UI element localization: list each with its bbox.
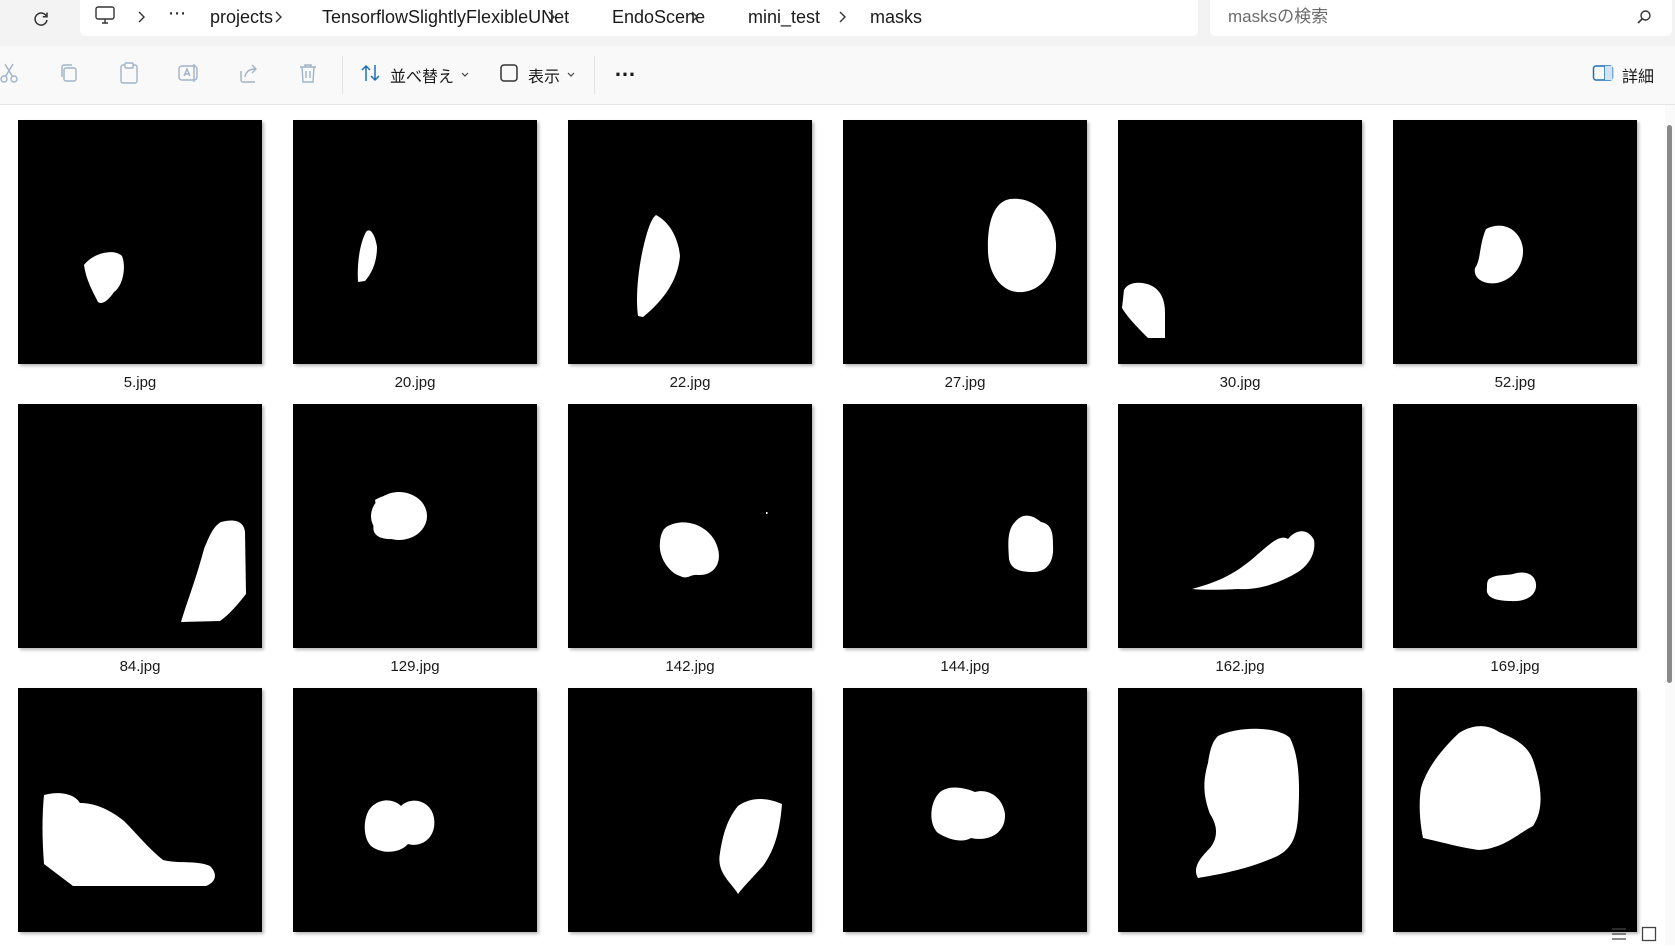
file-name: 22.jpg [669,374,711,391]
file-name: 169.jpg [1490,658,1540,675]
mask-thumbnail [568,120,812,364]
details-pane-icon [1592,64,1614,87]
file-name: 27.jpg [944,374,986,391]
file-item[interactable]: 5.jpg [18,120,262,391]
vertical-scrollbar[interactable] [1665,105,1675,945]
file-item[interactable] [1393,688,1637,942]
view-button[interactable]: 表示 [498,60,576,90]
delete-button[interactable] [298,60,318,90]
file-item[interactable]: 27.jpg [843,120,1087,391]
file-item[interactable] [843,688,1087,942]
file-item[interactable]: 129.jpg [293,404,537,675]
cut-button[interactable] [0,60,20,90]
file-item[interactable]: 20.jpg [293,120,537,391]
more-options-button[interactable]: … [614,54,636,84]
command-bar: 並べ替え 表示 … 詳細 [0,46,1675,105]
search-icon[interactable] [1636,9,1654,27]
share-button[interactable] [238,60,260,90]
file-item[interactable] [293,688,537,942]
file-item[interactable] [568,688,812,942]
file-name: 5.jpg [123,374,157,391]
mask-thumbnail [18,120,262,364]
mask-thumbnail [1393,120,1637,364]
details-label: 詳細 [1622,69,1655,86]
file-name: 84.jpg [119,658,161,675]
file-item[interactable] [1118,688,1362,942]
share-icon [238,62,260,89]
file-item[interactable]: 144.jpg [843,404,1087,675]
mask-thumbnail [293,404,537,648]
chevron-down-icon [460,66,470,84]
file-item[interactable]: 162.jpg [1118,404,1362,675]
paste-icon [118,61,140,90]
mask-thumbnail [1118,688,1362,932]
mask-thumbnail [1118,120,1362,364]
file-name: 144.jpg [940,658,990,675]
address-bar-row: ⋯ projects TensorflowSlightlyFlexibleUNe… [0,0,1675,46]
cut-icon [0,62,20,89]
file-item[interactable]: 142.jpg [568,404,812,675]
file-name: 162.jpg [1215,658,1265,675]
view-icon [498,63,520,88]
mask-thumbnail [568,404,812,648]
hidden-path-button[interactable]: ⋯ [168,0,187,30]
paste-button[interactable] [118,60,140,90]
toolbar-divider [342,56,343,94]
file-name: 30.jpg [1219,374,1261,391]
file-item[interactable]: 169.jpg [1393,404,1637,675]
chevron-right-icon[interactable] [543,8,559,26]
mask-thumbnail [1393,688,1637,932]
file-name: 142.jpg [665,658,715,675]
mask-thumbnail [568,688,812,932]
mask-thumbnail [18,404,262,648]
mask-thumbnail [1393,404,1637,648]
mask-thumbnail [843,688,1087,932]
file-item[interactable] [18,688,262,942]
mask-thumbnail [293,120,537,364]
details-pane-button[interactable]: 詳細 [1592,60,1654,90]
search-box[interactable]: masksの検索 [1210,0,1672,36]
details-view-icon[interactable] [1611,927,1627,946]
copy-button[interactable] [58,60,80,90]
mask-thumbnail [843,120,1087,364]
mask-thumbnail [1118,404,1362,648]
chevron-right-icon[interactable] [133,8,149,26]
thumbnail-view-icon[interactable] [1641,926,1657,947]
refresh-icon[interactable] [26,4,56,34]
scrollbar-thumb[interactable] [1667,125,1672,683]
mask-thumbnail [843,404,1087,648]
sort-button[interactable]: 並べ替え [360,60,470,90]
view-switcher [1605,923,1665,945]
this-pc-icon[interactable] [94,4,120,30]
address-field[interactable]: ⋯ projects TensorflowSlightlyFlexibleUNe… [80,0,1198,36]
sort-label: 並べ替え [390,69,455,86]
chevron-right-icon[interactable] [686,8,702,26]
sort-icon [360,63,382,88]
file-name: 20.jpg [394,374,436,391]
file-name: 52.jpg [1494,374,1536,391]
file-item[interactable]: 84.jpg [18,404,262,675]
toolbar-divider [594,56,595,94]
search-input[interactable]: masksの検索 [1228,0,1328,34]
file-item[interactable]: 22.jpg [568,120,812,391]
file-item[interactable]: 52.jpg [1393,120,1637,391]
mask-thumbnail [18,688,262,932]
rename-button[interactable] [177,60,201,90]
breadcrumb-tensorflowslightlyflexibleunet[interactable]: TensorflowSlightlyFlexibleUNet [322,0,569,34]
rename-icon [177,62,201,89]
file-item[interactable]: 30.jpg [1118,120,1362,391]
mask-thumbnail [293,688,537,932]
copy-icon [58,62,80,89]
chevron-right-icon[interactable] [834,8,850,26]
chevron-down-icon [566,66,576,84]
breadcrumb-masks[interactable]: masks [870,0,922,34]
trash-icon [298,62,318,89]
breadcrumb-projects[interactable]: projects [210,0,273,34]
view-label: 表示 [528,69,561,86]
breadcrumb-mini-test[interactable]: mini_test [748,0,820,34]
file-name: 129.jpg [390,658,440,675]
file-grid: 5.jpg 20.jpg 22.jpg 27.jpg 30.jpg 52.jpg… [0,105,1665,945]
